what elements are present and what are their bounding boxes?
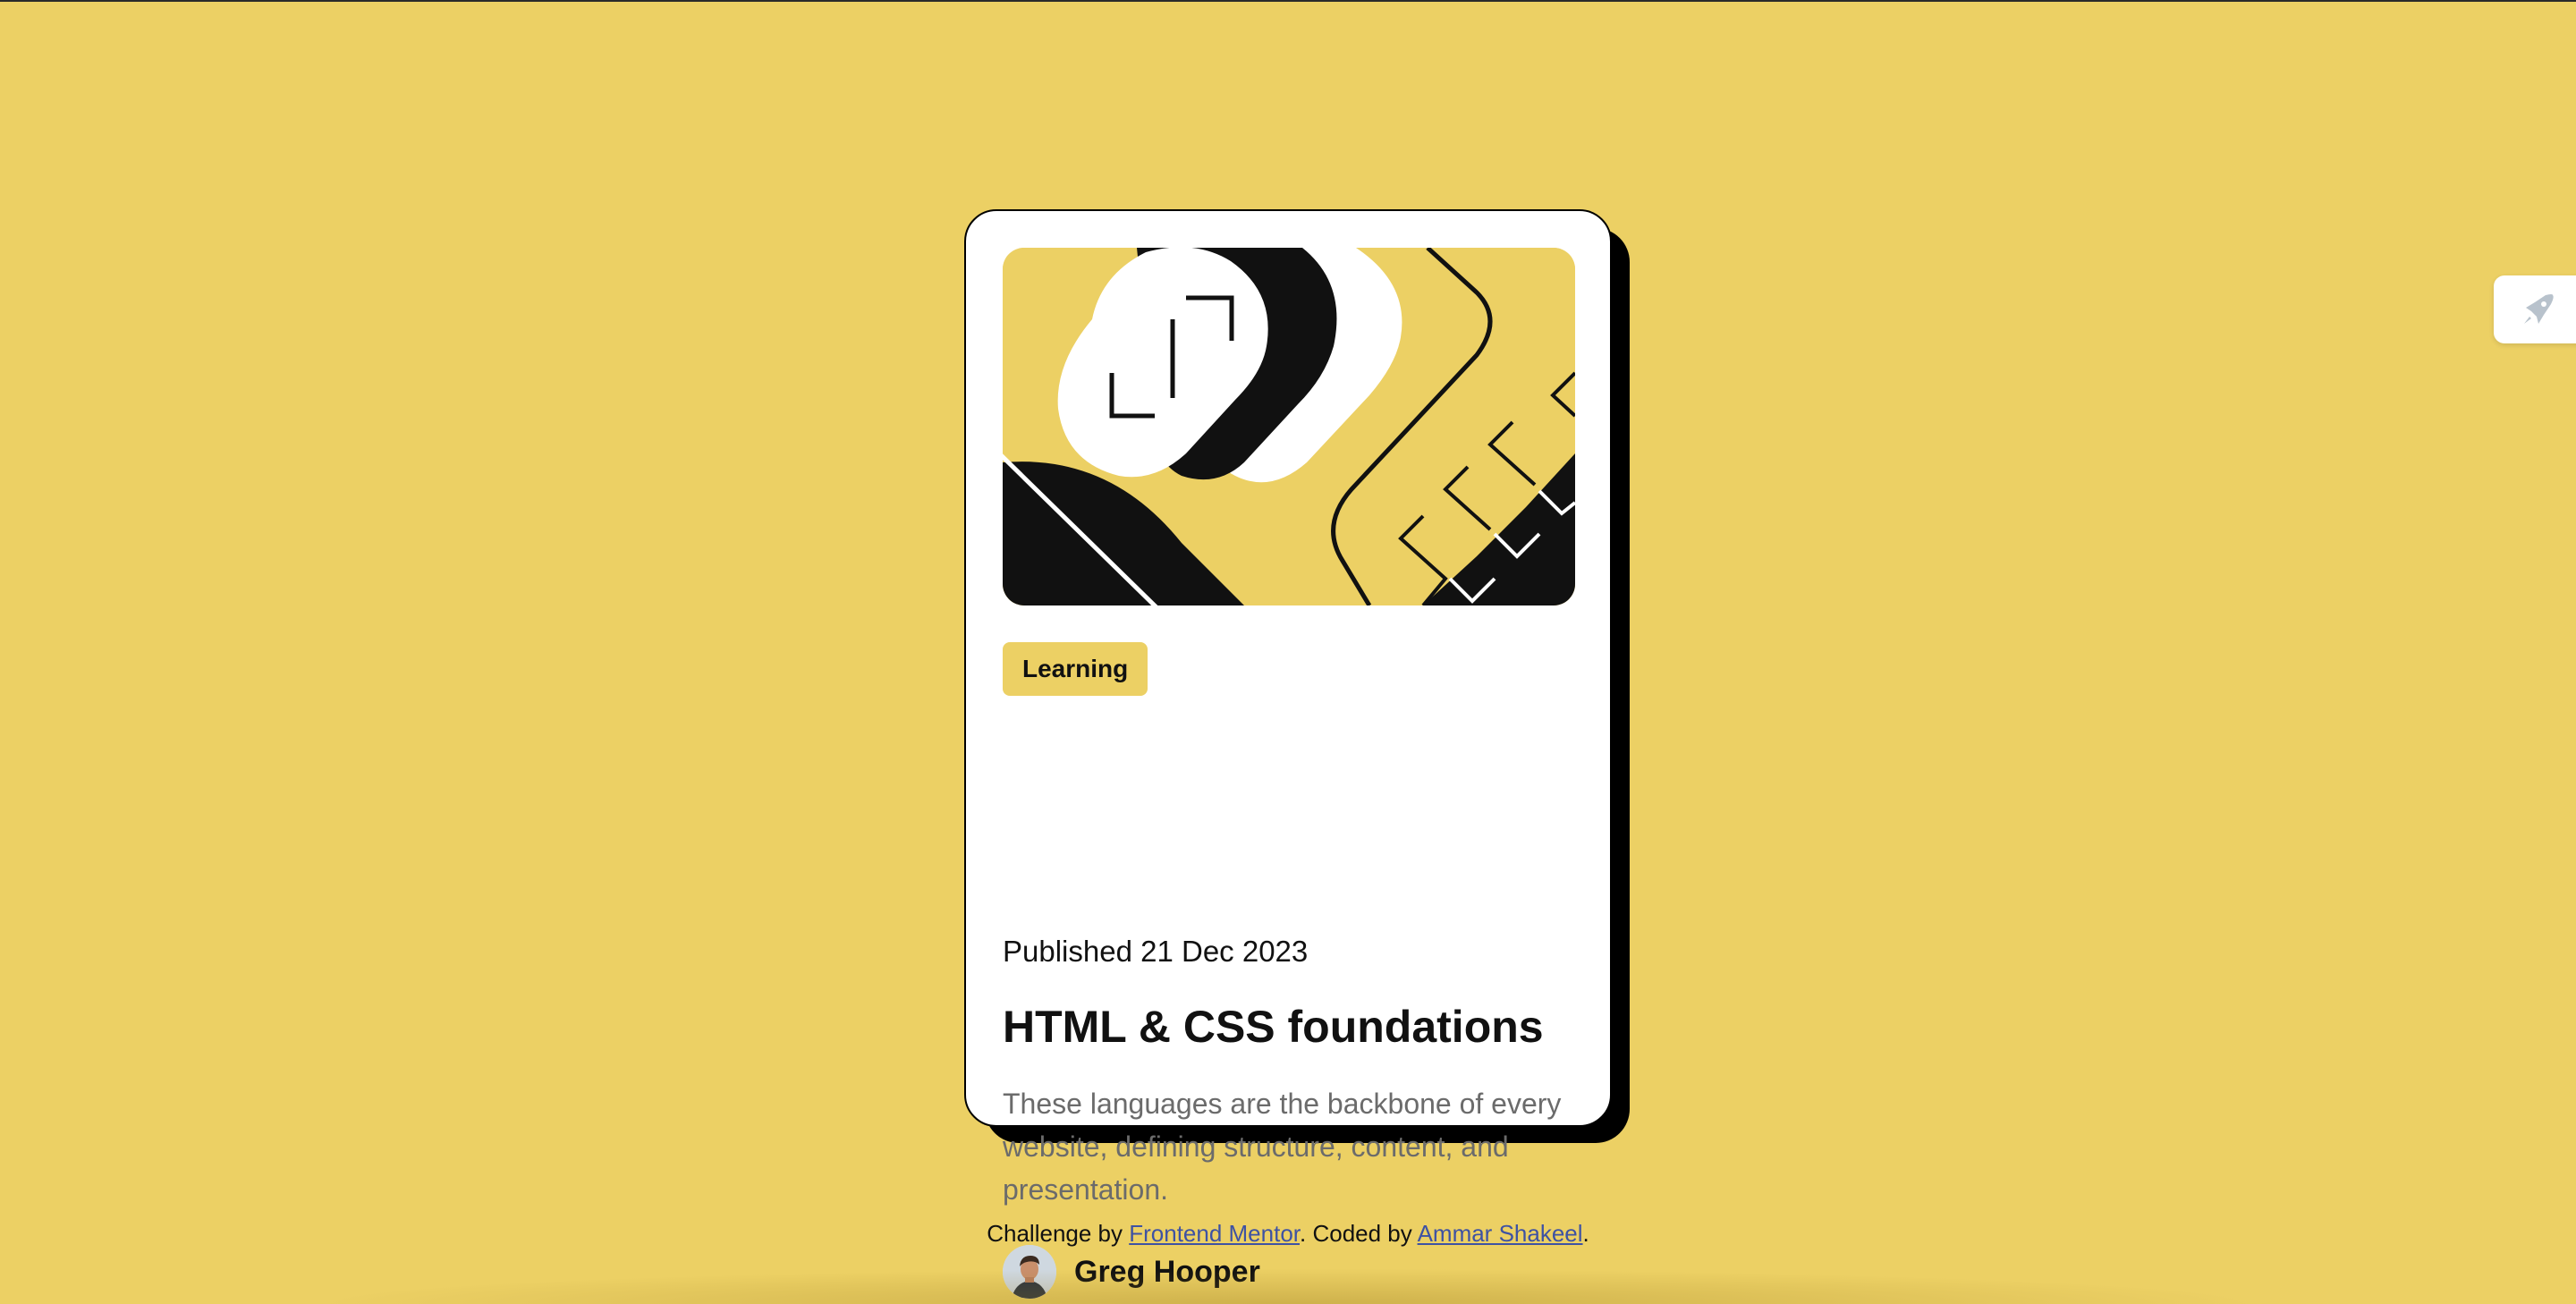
frontend-mentor-link[interactable]: Frontend Mentor	[1129, 1220, 1300, 1247]
card-title[interactable]: HTML & CSS foundations	[1003, 998, 1544, 1055]
window-top-border	[0, 0, 2576, 2]
attribution-footer: Challenge by Frontend Mentor. Coded by A…	[0, 1220, 2576, 1248]
card-description: These languages are the backbone of ever…	[1003, 1088, 1562, 1206]
bottom-glow	[304, 1268, 2272, 1304]
attribution-prefix: Challenge by	[987, 1220, 1130, 1247]
category-tag: Learning	[1003, 642, 1148, 696]
side-widget-button[interactable]	[2494, 275, 2576, 343]
published-date: Published 21 Dec 2023	[1003, 935, 1309, 968]
attribution-middle: . Coded by	[1300, 1220, 1418, 1247]
hero-illustration	[1003, 248, 1575, 605]
author-link[interactable]: Ammar Shakeel	[1418, 1220, 1583, 1247]
attribution-suffix: .	[1582, 1220, 1589, 1247]
rocket-icon	[2524, 294, 2554, 324]
blog-preview-card: Learning Published 21 Dec 2023 HTML & CS…	[964, 209, 1612, 1299]
